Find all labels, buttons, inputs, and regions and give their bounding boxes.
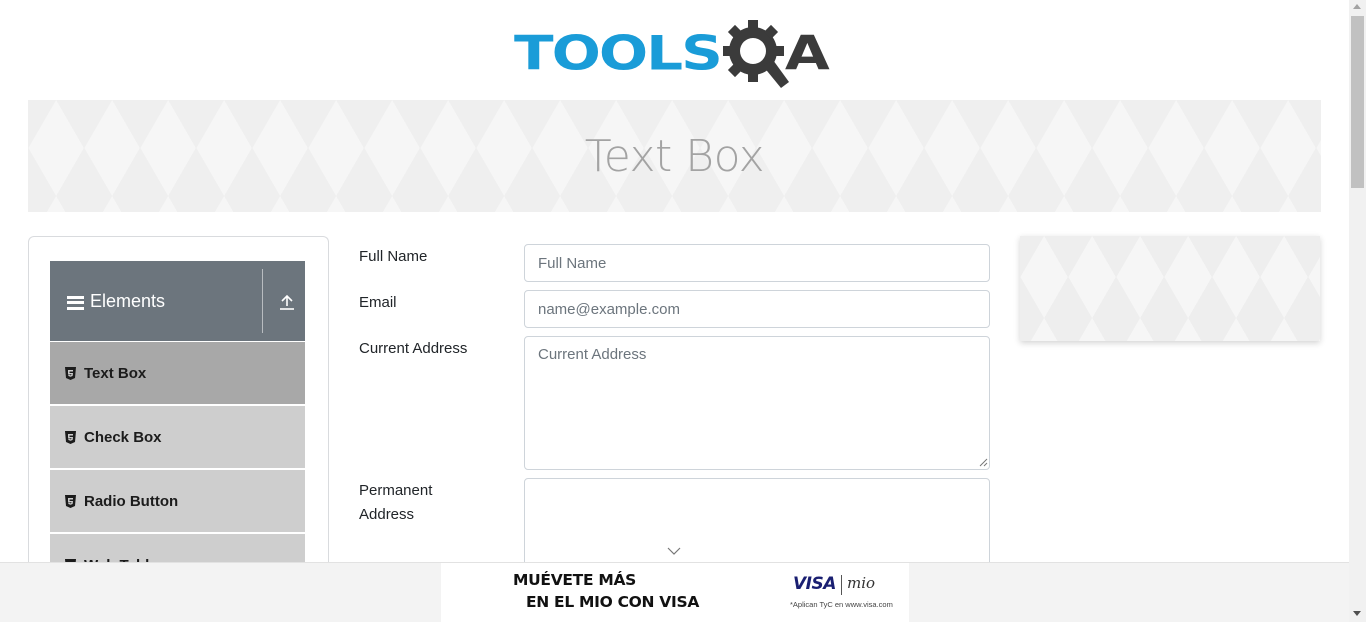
full-name-input[interactable]	[524, 244, 990, 282]
sidebar-item-label: Radio Button	[84, 492, 179, 510]
logo-a-text: A	[784, 25, 830, 81]
sidebar-item-text-box[interactable]: Text Box	[50, 341, 305, 404]
sidebar-group-elements[interactable]: Elements	[50, 261, 305, 341]
visa-logo: VISA	[793, 574, 836, 594]
vertical-scrollbar[interactable]	[1349, 0, 1366, 622]
resize-grip-icon[interactable]	[979, 458, 988, 467]
gear-magnifier-icon	[722, 20, 789, 88]
divider	[262, 269, 263, 333]
ad-headline-1: MUÉVETE MÁS	[513, 571, 637, 589]
ad-headline-2: EN EL MIO CON VISA	[526, 593, 700, 611]
page-title: Text Box	[584, 130, 765, 182]
sidebar-item-label: Text Box	[84, 364, 147, 382]
collapse-up-icon[interactable]	[278, 293, 296, 311]
sidebar-item-radio-button[interactable]: Radio Button	[50, 469, 305, 532]
current-address-label: Current Address	[359, 340, 468, 357]
bottom-ad-banner[interactable]: MUÉVETE MÁS EN EL MIO CON VISA VISA mio …	[441, 563, 909, 622]
logo-tools-text: TOOLS	[514, 25, 723, 81]
sidebar-item-label: Check Box	[84, 428, 162, 446]
mio-logo: mio	[847, 574, 876, 592]
full-name-label: Full Name	[359, 248, 428, 265]
email-input[interactable]	[524, 290, 990, 328]
page-banner: Text Box	[28, 100, 1321, 212]
email-label: Email	[359, 294, 397, 311]
divider	[841, 575, 842, 595]
scroll-up-arrow-icon[interactable]	[1353, 4, 1361, 9]
sidebar-item-check-box[interactable]: Check Box	[50, 405, 305, 468]
html5-icon	[65, 430, 76, 444]
scroll-down-arrow-icon[interactable]	[1353, 611, 1361, 616]
chevron-down-icon[interactable]	[667, 546, 681, 556]
sidebar-group-label: Elements	[90, 290, 166, 311]
permanent-address-label: Permanent Address	[359, 482, 433, 523]
html5-icon	[65, 366, 76, 380]
current-address-textarea[interactable]	[524, 336, 990, 470]
logo-qa-mark: A	[722, 16, 830, 90]
side-ad-placeholder	[1020, 236, 1320, 341]
html5-icon	[65, 494, 76, 508]
hamburger-icon	[67, 295, 84, 310]
toolsqa-logo[interactable]: TOOLS A	[514, 14, 839, 92]
ad-terms: *Aplican TyC en www.visa.com	[790, 600, 893, 609]
scrollbar-thumb[interactable]	[1351, 16, 1364, 188]
